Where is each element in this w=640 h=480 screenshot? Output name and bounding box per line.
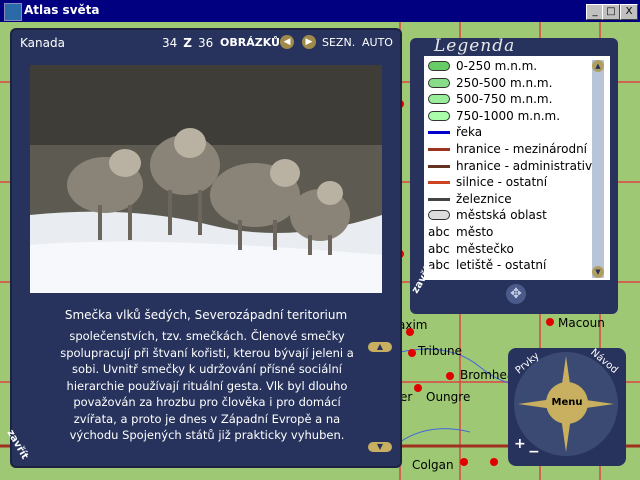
legend-item-label: silnice - ostatní [456,175,548,190]
legend-item-label: městečko [456,241,514,256]
country-name: Kanada [20,36,65,50]
city-label: Colgan [412,458,454,472]
compass-control: Menu Prvky Návod + − [508,347,626,466]
legend-area-swatch [428,110,450,121]
legend-item-label: hranice - administrativní [456,158,604,173]
photo-caption: Smečka vlků šedých, Severozápadní terito… [64,308,348,322]
prev-image-button[interactable]: ◀ [280,35,294,49]
zoom-in-button[interactable]: + [514,436,526,452]
move-icon[interactable]: ✥ [506,284,526,304]
legend-text-sample: abc [428,241,450,256]
article-text[interactable]: společenstvích, tzv. smečkách. Členové s… [52,328,362,452]
legend-line-swatch [428,181,450,185]
legend-line-swatch [428,197,450,201]
legend-item-label: hranice - mezinárodní [456,142,588,156]
legend-area-swatch [428,210,450,221]
legend-scroll-up-button[interactable]: ▲ [592,60,604,72]
legend-item-label: 0-250 m.n.m. [456,59,538,73]
legend-item-label: město [456,225,494,239]
city-dot [414,384,422,392]
legend-area-swatch [428,61,450,71]
city-label: Oungre [426,390,471,404]
maximize-button[interactable]: □ [602,4,620,20]
legend-item-label: 250-500 m.n.m. [456,75,553,90]
legend-panel: Legenda 0-250 m.n.m. 250-500 m.n.m. 500-75… [410,36,618,314]
image-counter: 34 Z 36 [162,36,213,50]
legend-item-label: železnice [456,191,512,206]
city-label: Macoun [558,316,605,330]
globe-icon [4,3,22,21]
text-scroll-up-button[interactable]: ▲ [368,342,392,352]
city-dot [490,458,498,466]
image-separator: Z [183,36,192,50]
images-label: OBRÁZKŮ [220,36,280,49]
city-label: Tribune [418,344,463,358]
close-button[interactable]: X [620,4,638,20]
city-dot [408,349,416,357]
zoom-out-button[interactable]: − [528,444,540,460]
next-image-button[interactable]: ▶ [302,35,316,49]
wolf-pack-image [30,65,382,293]
image-current: 34 [162,36,178,50]
city-dot [546,318,554,326]
image-total: 36 [197,36,214,50]
city-dot [406,328,414,336]
legend-area-swatch [428,94,450,105]
article-paragraph: společenstvích, tzv. smečkách. Členové s… [60,329,354,442]
legend-item-label: 750-1000 m.n.m. [456,108,561,123]
legend-scrollbar[interactable]: ▲ ▼ [592,60,604,278]
article-panel: Kanada 34 Z 36 OBRÁZKŮ ◀ ▶ SEZN. AUTO Sm… [4,30,400,466]
legend-list[interactable]: 0-250 m.n.m. 250-500 m.n.m. 500-750 m.n.m.… [424,56,610,280]
text-scroll-down-button[interactable]: ▼ [368,442,392,452]
legend-item-label: 500-750 m.n.m. [456,92,553,107]
legend-title: Legenda [434,36,516,56]
wolf-photo [30,65,382,293]
city-dot [446,372,454,380]
article-header: Kanada 34 Z 36 OBRÁZKŮ ◀ ▶ SEZN. AUTO [12,30,400,56]
title-bar: Atlas světa _ □ X [0,0,640,22]
city-dot [460,458,468,466]
window-title: Atlas světa [24,3,100,17]
list-button[interactable]: SEZN. [322,36,355,49]
auto-button[interactable]: AUTO [362,36,393,49]
legend-item-label: letiště - ostatní [456,258,547,273]
legend-line-swatch [428,131,450,135]
legend-text-sample: abc [428,225,450,239]
legend-item-label: městská oblast [456,208,547,223]
legend-item-label: řeka [456,125,483,140]
legend-area-swatch [428,77,450,88]
city-label: er [400,390,413,404]
legend-scroll-down-button[interactable]: ▼ [592,266,604,278]
legend-line-swatch [428,148,450,151]
legend-line-swatch [428,164,450,168]
menu-button[interactable]: Menu [546,382,588,424]
